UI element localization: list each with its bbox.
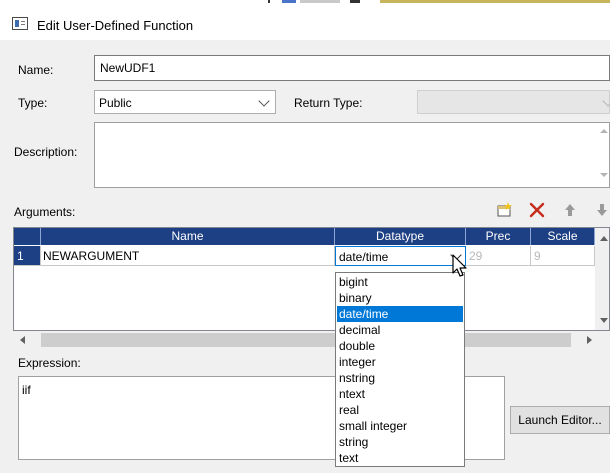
new-argument-icon[interactable] — [495, 201, 515, 219]
argument-name-cell[interactable]: NEWARGUMENT — [41, 246, 335, 266]
dropdown-option-binary[interactable]: binary — [337, 290, 463, 306]
argument-datatype-combo[interactable]: date/time — [335, 246, 466, 266]
scroll-right-icon[interactable] — [587, 336, 592, 344]
name-input-value: NewUDF1 — [100, 61, 156, 75]
datatype-dropdown-list[interactable]: bigint binary date/time decimal double i… — [335, 272, 465, 467]
argument-prec-cell[interactable]: 29 — [466, 246, 531, 266]
name-label: Name: — [18, 63, 54, 77]
dropdown-option-double[interactable]: double — [337, 338, 463, 354]
arguments-label: Arguments: — [14, 205, 76, 219]
mouse-cursor-icon — [452, 254, 470, 280]
column-header-scale[interactable]: Scale — [531, 228, 595, 245]
dropdown-option-text[interactable]: text — [337, 450, 463, 466]
dialog-icon — [12, 17, 28, 30]
argument-scale-cell[interactable]: 9 — [531, 246, 595, 266]
dropdown-option-nstring[interactable]: nstring — [337, 370, 463, 386]
delete-icon[interactable] — [528, 202, 546, 218]
chevron-down-icon — [258, 95, 270, 107]
scroll-up-icon[interactable] — [600, 129, 608, 133]
dropdown-option-small-integer[interactable]: small integer — [337, 418, 463, 434]
dropdown-option-string[interactable]: string — [337, 434, 463, 450]
dropdown-option-decimal[interactable]: decimal — [337, 322, 463, 338]
column-header-name[interactable]: Name — [41, 228, 335, 245]
grid-vertical-scrollbar[interactable] — [595, 228, 609, 330]
type-select-value: Public — [99, 96, 132, 110]
description-label: Description: — [14, 145, 78, 159]
dropdown-option-real[interactable]: real — [337, 402, 463, 418]
arguments-grid[interactable]: Name Datatype Prec Scale 1 NEWARGUMENT d… — [13, 227, 610, 331]
launch-editor-button[interactable]: Launch Editor... — [510, 406, 610, 434]
scroll-left-icon[interactable] — [20, 336, 25, 344]
return-type-label: Return Type: — [294, 96, 363, 110]
argument-datatype-value: date/time — [339, 250, 389, 264]
column-header-datatype[interactable]: Datatype — [335, 228, 466, 245]
move-up-icon[interactable] — [562, 202, 578, 218]
type-select[interactable]: Public — [94, 90, 276, 114]
dropdown-option-datetime[interactable]: date/time — [337, 306, 463, 322]
name-input[interactable]: NewUDF1 — [94, 55, 610, 81]
chevron-down-icon — [602, 95, 610, 107]
expression-value: iif — [22, 383, 31, 397]
description-textarea[interactable] — [94, 122, 610, 188]
expression-label: Expression: — [18, 356, 81, 370]
dropdown-option-ntext[interactable]: ntext — [337, 386, 463, 402]
type-label: Type: — [18, 96, 48, 110]
dropdown-option-integer[interactable]: integer — [337, 354, 463, 370]
row-index[interactable]: 1 — [14, 246, 41, 266]
scroll-down-icon[interactable] — [600, 318, 608, 323]
row-header-corner — [14, 228, 41, 245]
window-title: Edit User-Defined Function — [37, 18, 194, 33]
move-down-icon[interactable] — [594, 202, 610, 218]
scroll-up-icon[interactable] — [600, 236, 608, 241]
dropdown-option-bigint[interactable]: bigint — [337, 274, 463, 290]
scroll-down-icon[interactable] — [600, 173, 608, 177]
column-header-prec[interactable]: Prec — [466, 228, 531, 245]
horizontal-scroll-thumb[interactable] — [41, 333, 571, 347]
return-type-select[interactable] — [417, 90, 610, 114]
title-bar: Edit User-Defined Function — [0, 4, 610, 40]
